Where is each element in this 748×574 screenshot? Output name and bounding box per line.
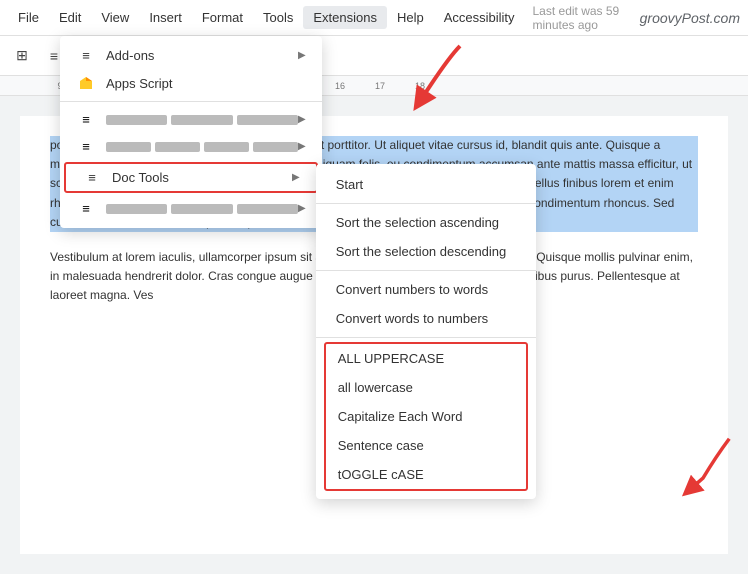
ruler-tick-18: 18 — [400, 81, 440, 91]
brand-label: groovyPost.com — [640, 10, 740, 26]
menu-bar: File Edit View Insert Format Tools Exten… — [0, 0, 748, 36]
appsscript-icon — [76, 75, 96, 91]
menu-separator-1 — [60, 101, 322, 102]
menu-help[interactable]: Help — [387, 6, 434, 29]
menu-insert[interactable]: Insert — [139, 6, 192, 29]
addons-icon: ≡ — [76, 48, 96, 63]
submenu-lowercase[interactable]: all lowercase — [326, 373, 526, 402]
blurred1-arrow: ▶ — [298, 114, 306, 125]
menu-item-blurred-1[interactable]: ≡ ▶ — [60, 106, 322, 133]
blurred3-icon: ≡ — [76, 201, 96, 216]
addons-label: Add-ons — [106, 48, 154, 63]
submenu-capitalize[interactable]: Capitalize Each Word — [326, 402, 526, 431]
submenu-sort-asc[interactable]: Sort the selection ascending — [316, 208, 536, 237]
blurred1-icon: ≡ — [76, 112, 96, 127]
menu-file[interactable]: File — [8, 6, 49, 29]
submenu-sep-2 — [316, 337, 536, 338]
blurred3-arrow: ▶ — [298, 203, 306, 214]
menu-item-addons[interactable]: ≡ Add-ons ▶ — [60, 42, 322, 69]
menu-item-doctools[interactable]: ≡ Doc Tools ▶ Start Sort the selection a… — [64, 162, 318, 193]
menu-item-blurred-3[interactable]: ≡ ▶ — [60, 195, 322, 222]
blurred2-icon: ≡ — [76, 139, 96, 154]
addons-arrow: ▶ — [298, 50, 306, 61]
doctools-label: Doc Tools — [112, 170, 169, 185]
menu-item-blurred-2[interactable]: ≡ ▶ — [60, 133, 322, 160]
menu-edit[interactable]: Edit — [49, 6, 91, 29]
extensions-menu: ≡ Add-ons ▶ Apps Script ≡ ▶ ≡ ▶ ≡ Doc T — [60, 36, 322, 228]
menu-format[interactable]: Format — [192, 6, 253, 29]
submenu-start[interactable]: Start — [316, 170, 536, 199]
last-edit-label: Last edit was 59 minutes ago — [533, 4, 640, 32]
toolbar-image-btn[interactable]: ⊞ — [8, 42, 36, 70]
submenu-sep-1 — [316, 270, 536, 271]
menu-tools[interactable]: Tools — [253, 6, 303, 29]
menu-extensions[interactable]: Extensions — [303, 6, 387, 29]
ruler-tick-16: 16 — [320, 81, 360, 91]
submenu-num-to-words[interactable]: Convert numbers to words — [316, 275, 536, 304]
ruler-tick-17: 17 — [360, 81, 400, 91]
submenu-case-group: ALL UPPERCASE all lowercase Capitalize E… — [324, 342, 528, 491]
appsscript-label: Apps Script — [106, 76, 172, 91]
submenu-sep-0 — [316, 203, 536, 204]
menu-view[interactable]: View — [91, 6, 139, 29]
submenu-sentence[interactable]: Sentence case — [326, 431, 526, 460]
doctools-icon: ≡ — [82, 170, 102, 185]
submenu-sort-desc[interactable]: Sort the selection descending — [316, 237, 536, 266]
doctools-arrow: ▶ — [292, 172, 300, 183]
menu-accessibility[interactable]: Accessibility — [434, 6, 525, 29]
menu-item-appsscript[interactable]: Apps Script — [60, 69, 322, 97]
submenu-uppercase[interactable]: ALL UPPERCASE — [326, 344, 526, 373]
submenu-words-to-num[interactable]: Convert words to numbers — [316, 304, 536, 333]
blurred2-arrow: ▶ — [298, 141, 306, 152]
doctools-submenu: Start Sort the selection ascending Sort … — [316, 164, 536, 499]
submenu-toggle[interactable]: tOGGLE cASE — [326, 460, 526, 489]
